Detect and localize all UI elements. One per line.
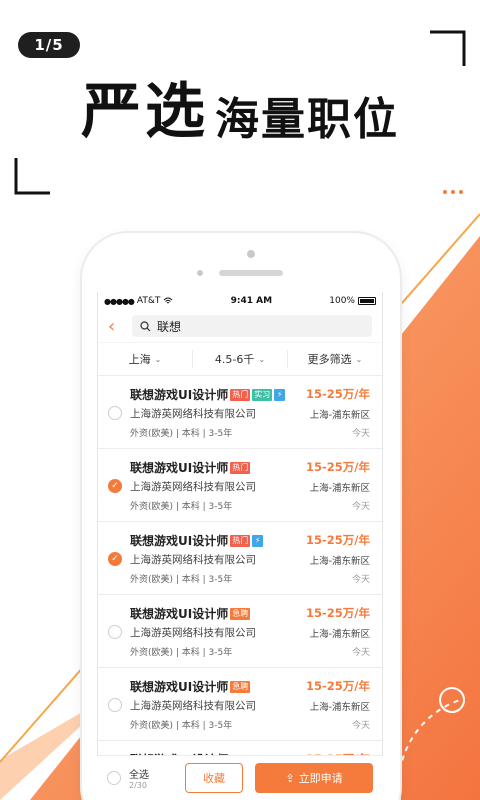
job-location: 上海-浦东新区	[309, 629, 370, 640]
chevron-left-icon[interactable]: ‹	[108, 316, 122, 337]
bolt-icon: ⚡	[274, 388, 286, 401]
promo-screen: 1/5 严选 海量职位 ●●●●● AT&T 9:41 AM 100% ‹ 联想…	[0, 0, 480, 800]
job-title: 联想游戏UI设计师	[130, 607, 229, 621]
bottom-action-bar: 全选 2/30 收藏 ⇪ 立即申请	[97, 755, 383, 800]
job-checkbox[interactable]	[108, 625, 122, 639]
job-title: 联想游戏UI设计师	[130, 388, 229, 402]
job-company: 上海游英网络科技有限公司	[130, 408, 256, 420]
job-list-item[interactable]: 联想游戏UI设计师 急聘 上海游英网络科技有限公司 外资(欧美) | 本科 | 3…	[98, 668, 382, 741]
search-row: ‹ 联想	[98, 310, 382, 342]
filter-bar: 上海 ⌄ 4.5-6千 ⌄ 更多筛选 ⌄	[98, 342, 382, 376]
job-salary: 15-25万/年	[306, 679, 370, 693]
job-company: 上海游英网络科技有限公司	[130, 554, 256, 566]
carrier: AT&T	[136, 296, 161, 306]
apply-label: 立即申请	[298, 772, 343, 785]
chevron-down-icon: ⌄	[355, 354, 363, 364]
headline-big: 严选	[81, 77, 209, 147]
check-icon: ✓	[111, 554, 119, 564]
apply-icon: ⇪	[285, 771, 295, 785]
search-query: 联想	[157, 319, 182, 334]
battery-percent: 100%	[329, 296, 355, 306]
job-title: 联想游戏UI设计师	[130, 680, 229, 694]
job-company: 上海游英网络科技有限公司	[130, 627, 256, 639]
job-list-item[interactable]: 联想游戏UI设计师 热门 实习 ⚡ 上海游英网络科技有限公司 外资(欧美) | 本科 …	[98, 376, 382, 449]
selected-count: 2/30	[129, 781, 147, 790]
phone-screen: ●●●●● AT&T 9:41 AM 100% ‹ 联想 上海 ⌄ 4.5-6千 ⌄…	[97, 292, 383, 800]
battery-icon	[357, 297, 376, 305]
job-company: 上海游英网络科技有限公司	[130, 700, 256, 712]
filter-label: 更多筛选	[307, 353, 352, 366]
wifi-icon	[164, 297, 173, 304]
bolt-icon: ⚡	[252, 534, 264, 547]
job-location: 上海-浦东新区	[309, 702, 370, 713]
status-bar: ●●●●● AT&T 9:41 AM 100%	[98, 292, 382, 310]
favorite-button[interactable]: 收藏	[185, 763, 243, 793]
filter-salary[interactable]: 4.5-6千 ⌄	[193, 350, 288, 368]
filter-label: 上海	[128, 353, 151, 366]
filter-city[interactable]: 上海 ⌄	[98, 350, 193, 368]
job-list-item[interactable]: ✓ 联想游戏UI设计师 热门 ⚡ 上海游英网络科技有限公司 外资(欧美) | 本科 …	[98, 522, 382, 595]
job-date: 今天	[351, 721, 370, 731]
dots-decoration	[443, 190, 463, 194]
job-tag: 急聘	[230, 680, 251, 693]
speaker-slot	[219, 270, 283, 276]
job-tag: 热门	[230, 461, 251, 474]
apply-button[interactable]: ⇪ 立即申请	[255, 763, 373, 793]
search-input[interactable]: 联想	[132, 315, 372, 337]
headline: 严选 海量职位	[0, 72, 480, 152]
job-title: 联想游戏UI设计师	[130, 534, 229, 548]
select-all-label: 全选	[129, 770, 149, 781]
job-meta: 外资(欧美) | 本科 | 3-5年	[130, 648, 233, 658]
filter-label: 4.5-6千	[214, 353, 255, 366]
job-checkbox[interactable]	[108, 406, 122, 420]
job-salary: 15-25万/年	[306, 460, 370, 474]
job-salary: 15-25万/年	[306, 606, 370, 620]
check-icon: ✓	[111, 481, 119, 491]
job-location: 上海-浦东新区	[309, 556, 370, 567]
camera-dot	[247, 250, 255, 258]
job-list: 联想游戏UI设计师 热门 实习 ⚡ 上海游英网络科技有限公司 外资(欧美) | 本科 …	[98, 376, 382, 800]
job-title: 联想游戏UI设计师	[130, 461, 229, 475]
job-salary: 15-25万/年	[306, 387, 370, 401]
job-date: 今天	[351, 429, 370, 439]
job-date: 今天	[351, 502, 370, 512]
job-date: 今天	[351, 575, 370, 585]
job-company: 上海游英网络科技有限公司	[130, 481, 256, 493]
job-checkbox[interactable]: ✓	[108, 552, 122, 566]
job-tag: 急聘	[230, 607, 251, 620]
signal-icon: ●●●●●	[104, 296, 135, 306]
job-location: 上海-浦东新区	[309, 410, 370, 421]
job-checkbox[interactable]: ✓	[108, 479, 122, 493]
job-location: 上海-浦东新区	[309, 483, 370, 494]
job-tag: 实习	[252, 388, 273, 401]
filter-more[interactable]: 更多筛选 ⌄	[288, 350, 382, 368]
job-list-item[interactable]: 联想游戏UI设计师 急聘 上海游英网络科技有限公司 外资(欧美) | 本科 | 3…	[98, 595, 382, 668]
corner-bracket-top-right	[430, 30, 466, 66]
job-meta: 外资(欧美) | 本科 | 3-5年	[130, 429, 233, 439]
job-checkbox[interactable]	[108, 698, 122, 712]
job-list-item[interactable]: ✓ 联想游戏UI设计师 热门 上海游英网络科技有限公司 外资(欧美) | 本科 |…	[98, 449, 382, 522]
clock: 9:41 AM	[230, 296, 273, 306]
page-indicator: 1/5	[18, 32, 80, 58]
job-meta: 外资(欧美) | 本科 | 3-5年	[130, 575, 233, 585]
job-meta: 外资(欧美) | 本科 | 3-5年	[130, 721, 233, 731]
select-all-checkbox[interactable]	[107, 771, 121, 785]
job-tag: 热门	[230, 534, 251, 547]
job-meta: 外资(欧美) | 本科 | 3-5年	[130, 502, 233, 512]
job-date: 今天	[351, 648, 370, 658]
search-icon	[140, 320, 151, 331]
chevron-down-icon: ⌄	[258, 354, 266, 364]
chevron-down-icon: ⌄	[154, 354, 162, 364]
job-tag: 热门	[230, 388, 251, 401]
headline-small: 海量职位	[215, 94, 399, 145]
corner-bracket-bottom-left	[14, 158, 50, 195]
job-salary: 15-25万/年	[306, 533, 370, 547]
sensor-dot	[197, 270, 203, 276]
